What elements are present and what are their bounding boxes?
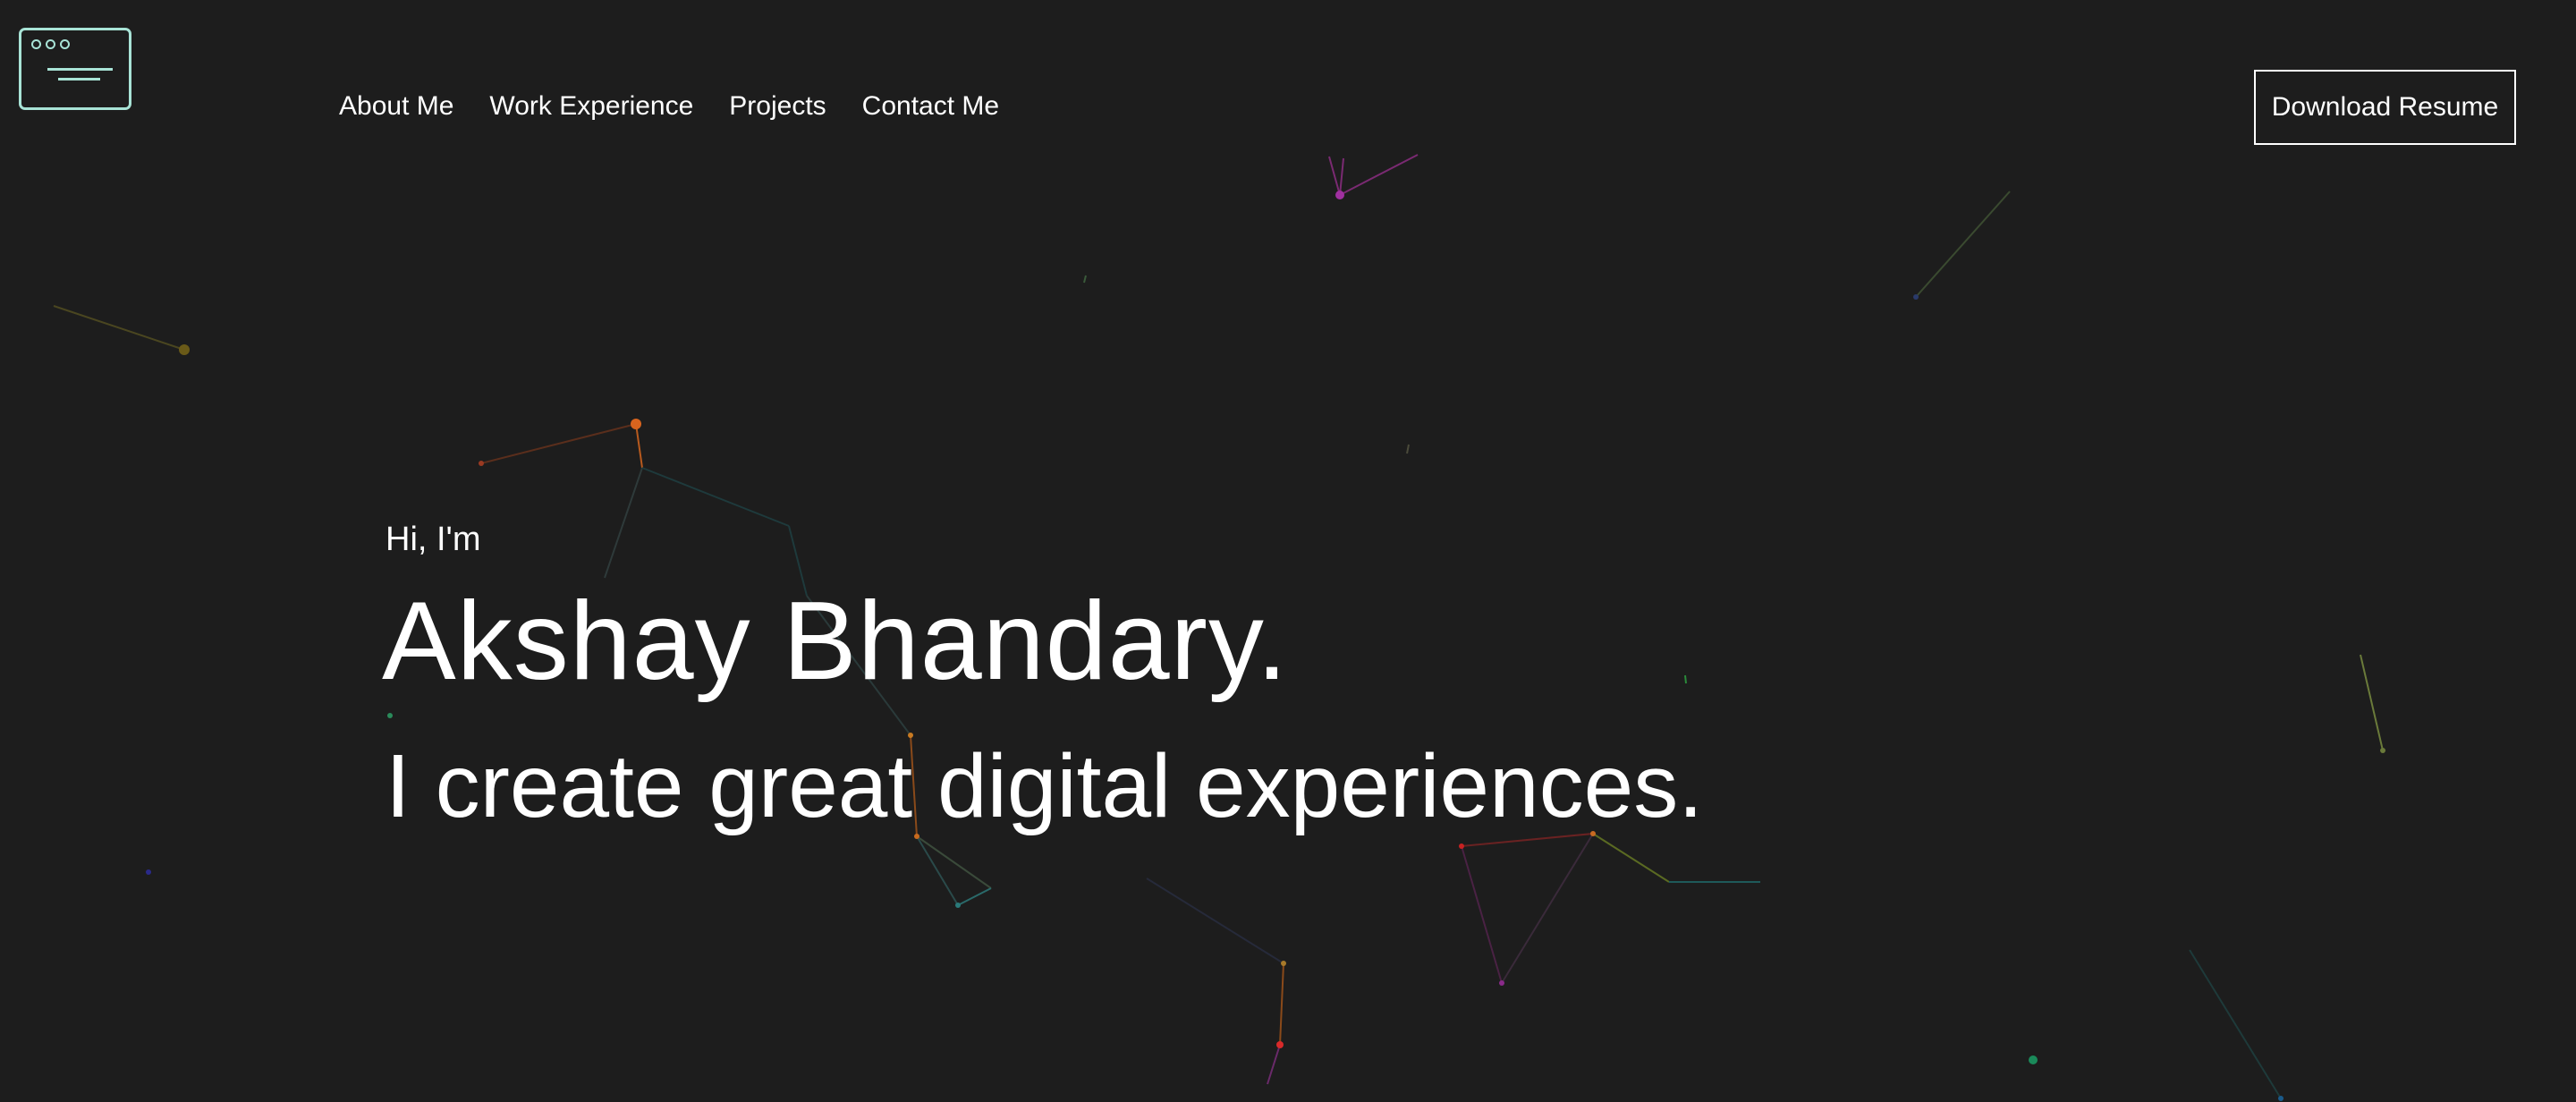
logo-icon[interactable] (19, 28, 131, 110)
hero-tagline: I create great digital experiences. (386, 736, 1704, 836)
nav-link-about-me[interactable]: About Me (339, 86, 453, 127)
main-nav: About Me Work Experience Projects Contac… (339, 86, 999, 127)
window-dot-icon (31, 39, 41, 49)
window-dot-icon (46, 39, 55, 49)
page: About Me Work Experience Projects Contac… (0, 0, 2576, 1102)
window-line-icon (47, 68, 113, 71)
nav-link-contact-me[interactable]: Contact Me (862, 86, 999, 127)
nav-link-projects[interactable]: Projects (729, 86, 826, 127)
nav-link-work-experience[interactable]: Work Experience (489, 86, 693, 127)
window-line-icon (58, 78, 100, 81)
hero-name: Akshay Bhandary. (382, 580, 1289, 703)
hero-greeting: Hi, I'm (386, 521, 481, 558)
download-resume-button[interactable]: Download Resume (2254, 70, 2516, 145)
window-dot-icon (60, 39, 70, 49)
